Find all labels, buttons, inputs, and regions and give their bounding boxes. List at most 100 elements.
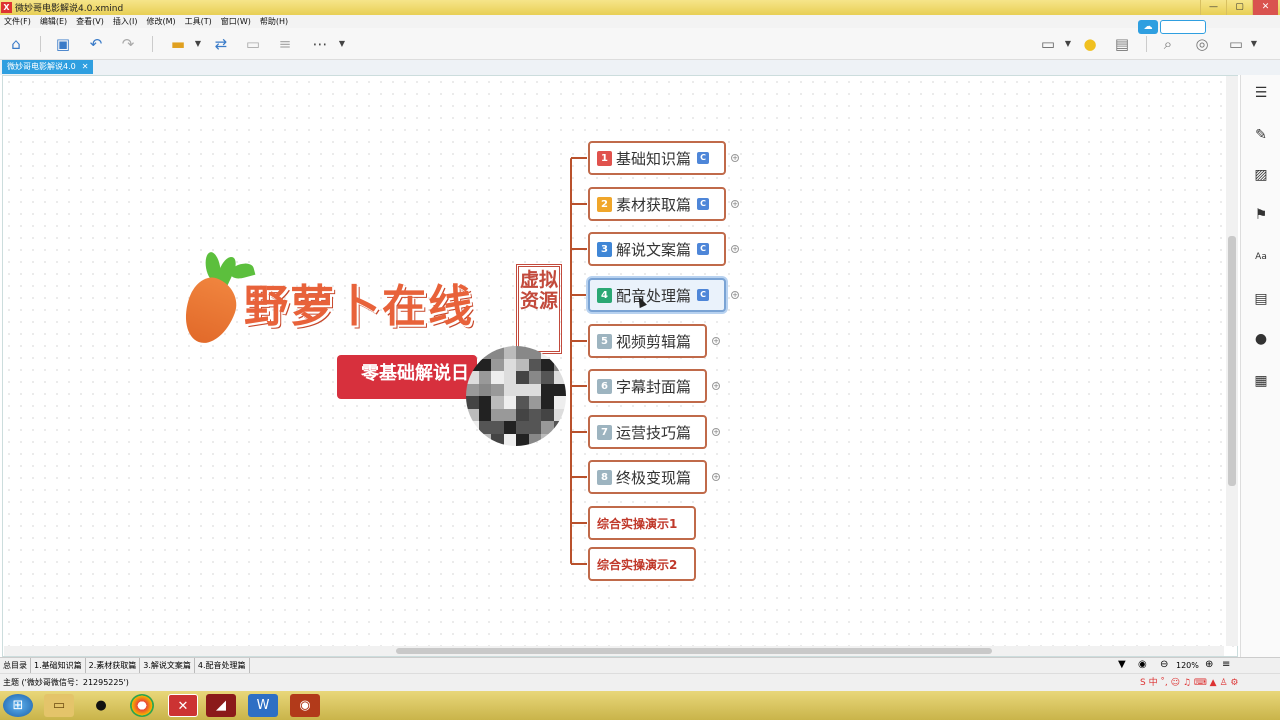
chrome-icon[interactable]	[130, 694, 154, 717]
font-icon[interactable]: Aa	[1251, 247, 1271, 267]
sheet-tab-4[interactable]: 4.配音处理篇	[195, 657, 250, 674]
attachment-c-icon[interactable]: C	[697, 289, 710, 301]
menu-insert[interactable]: 插入(I)	[113, 16, 138, 27]
chevron-down-icon[interactable]: ▼	[1058, 34, 1078, 54]
document-tab-label: 微妙哥电影解说4.0	[7, 62, 76, 71]
boundary-icon[interactable]: ▭	[243, 34, 263, 54]
chevron-down-icon[interactable]: ▼	[332, 34, 352, 54]
menu-edit[interactable]: 编辑(E)	[40, 16, 67, 27]
attachment-c-icon[interactable]: C	[697, 243, 710, 255]
document-tab[interactable]: 微妙哥电影解说4.0 ✕	[2, 60, 94, 74]
zoom-out-icon[interactable]: ⊖	[1160, 659, 1168, 670]
xmind-task-icon[interactable]: ✕	[168, 694, 198, 717]
branch-topic-8[interactable]: 8 终极变现篇	[588, 460, 707, 494]
topic-style-icon[interactable]: ▬	[168, 34, 188, 54]
zoom-in-icon[interactable]: ⊕	[1205, 659, 1213, 670]
expand-toggle-icon[interactable]: +	[731, 154, 739, 162]
presentation-icon[interactable]: ▭	[1038, 34, 1058, 54]
menu-window[interactable]: 窗口(W)	[221, 16, 251, 27]
branch-topic-4[interactable]: 4 配音处理篇 C	[588, 278, 726, 312]
attachment-c-icon[interactable]: C	[697, 152, 710, 164]
sheet-tab-overview[interactable]: 总目录	[0, 657, 31, 674]
horizontal-scrollbar[interactable]	[4, 646, 1224, 656]
menu-view[interactable]: 查看(V)	[76, 16, 104, 27]
eye-icon[interactable]: ◉	[1138, 659, 1147, 670]
mosaic-pixel	[503, 346, 516, 359]
home-icon[interactable]: ⌂	[6, 34, 26, 54]
lightbulb-icon[interactable]: ●	[1080, 34, 1100, 54]
branch-topic-5[interactable]: 5 视频剪辑篇	[588, 324, 707, 358]
attachment-c-icon[interactable]: C	[697, 198, 710, 210]
status-text: 主题 ('微妙哥微信号：21295225')	[3, 678, 129, 687]
print-icon[interactable]: ▤	[1112, 34, 1132, 54]
sheet-tab-1[interactable]: 1.基础知识篇	[31, 657, 86, 674]
minimize-button[interactable]: —	[1200, 0, 1226, 15]
app-task-icon[interactable]: ◢	[206, 694, 236, 717]
summary-icon[interactable]: ≡	[275, 34, 295, 54]
recorder-icon[interactable]: ◉	[290, 694, 320, 717]
expand-toggle-icon[interactable]: +	[712, 337, 720, 345]
start-button-icon[interactable]: ⊞	[3, 694, 33, 717]
branch-connector	[571, 203, 587, 205]
format-brush-icon[interactable]: ✎	[1251, 125, 1271, 145]
mosaic-pixel	[541, 346, 554, 359]
qq-icon[interactable]: ●	[86, 694, 116, 717]
word-icon[interactable]: W	[248, 694, 278, 717]
demo-topic-1[interactable]: 综合实操演示1	[588, 506, 696, 540]
expand-toggle-icon[interactable]: +	[731, 200, 739, 208]
outline-icon[interactable]: ☰	[1251, 83, 1271, 103]
expand-toggle-icon[interactable]: +	[712, 428, 720, 436]
redo-icon[interactable]: ↷	[118, 34, 138, 54]
sheet-tab-3[interactable]: 3.解说文案篇	[140, 657, 195, 674]
marker-flag-icon[interactable]: ⚑	[1251, 205, 1271, 225]
task-clipboard-icon[interactable]: ▦	[1251, 371, 1271, 391]
comment-icon[interactable]: ●	[1251, 329, 1271, 349]
mosaic-pixel	[541, 408, 554, 421]
menu-tools[interactable]: 工具(T)	[185, 16, 212, 27]
input-method-icon[interactable]: S 中 ˚, ☺ ♫ ⌨ ▲ ♙ ⚙	[1140, 674, 1238, 692]
branch-connector	[571, 385, 587, 387]
menu-file[interactable]: 文件(F)	[4, 16, 31, 27]
expand-toggle-icon[interactable]: +	[712, 473, 720, 481]
filter-icon[interactable]: ▼	[1118, 659, 1126, 670]
maximize-button[interactable]: ▢	[1226, 0, 1252, 15]
close-tab-icon[interactable]: ✕	[82, 60, 89, 74]
chevron-down-icon[interactable]: ▼	[188, 34, 208, 54]
mosaic-pixel	[553, 358, 566, 371]
expand-toggle-icon[interactable]: +	[731, 291, 739, 299]
mosaic-pixel	[491, 383, 504, 396]
mosaic-pixel	[466, 433, 479, 446]
bilibili-badge	[1160, 20, 1206, 34]
relationship-icon[interactable]: ⇄	[211, 34, 231, 54]
branch-topic-6[interactable]: 6 字幕封面篇	[588, 369, 707, 403]
image-icon[interactable]: ▨	[1251, 165, 1271, 185]
demo-topic-2[interactable]: 综合实操演示2	[588, 547, 696, 581]
scrollbar-thumb[interactable]	[1228, 236, 1236, 486]
mosaic-pixel	[553, 408, 566, 421]
mosaic-pixel	[478, 383, 491, 396]
export-icon[interactable]: ▭	[1226, 34, 1246, 54]
branch-topic-7[interactable]: 7 运营技巧篇	[588, 415, 707, 449]
menu-modify[interactable]: 修改(M)	[146, 16, 175, 27]
undo-icon[interactable]: ↶	[86, 34, 106, 54]
chevron-down-icon[interactable]: ▼	[1244, 34, 1264, 54]
scrollbar-thumb[interactable]	[396, 648, 992, 654]
more-icon[interactable]: ⋯	[310, 34, 330, 54]
sheet-tab-2[interactable]: 2.素材获取篇	[86, 657, 141, 674]
branch-topic-1[interactable]: 1 基础知识篇 C	[588, 141, 726, 175]
file-explorer-icon[interactable]: ▭	[44, 694, 74, 717]
topic-number-badge: 4	[597, 287, 612, 303]
save-icon[interactable]: ▣	[53, 34, 73, 54]
vertical-scrollbar[interactable]	[1226, 76, 1238, 646]
close-window-button[interactable]: ✕	[1252, 0, 1278, 15]
menu-help[interactable]: 帮助(H)	[260, 16, 288, 27]
fit-view-icon[interactable]: ≡	[1222, 659, 1230, 670]
expand-toggle-icon[interactable]: +	[712, 382, 720, 390]
expand-toggle-icon[interactable]: +	[731, 245, 739, 253]
zoom-level[interactable]: 120%	[1176, 658, 1199, 674]
topic-label: 字幕封面篇	[616, 377, 692, 396]
mosaic-pixel	[528, 421, 541, 434]
branch-topic-3[interactable]: 3 解说文案篇 C	[588, 232, 726, 266]
notes-icon[interactable]: ▤	[1251, 289, 1271, 309]
branch-topic-2[interactable]: 2 素材获取篇 C	[588, 187, 726, 221]
